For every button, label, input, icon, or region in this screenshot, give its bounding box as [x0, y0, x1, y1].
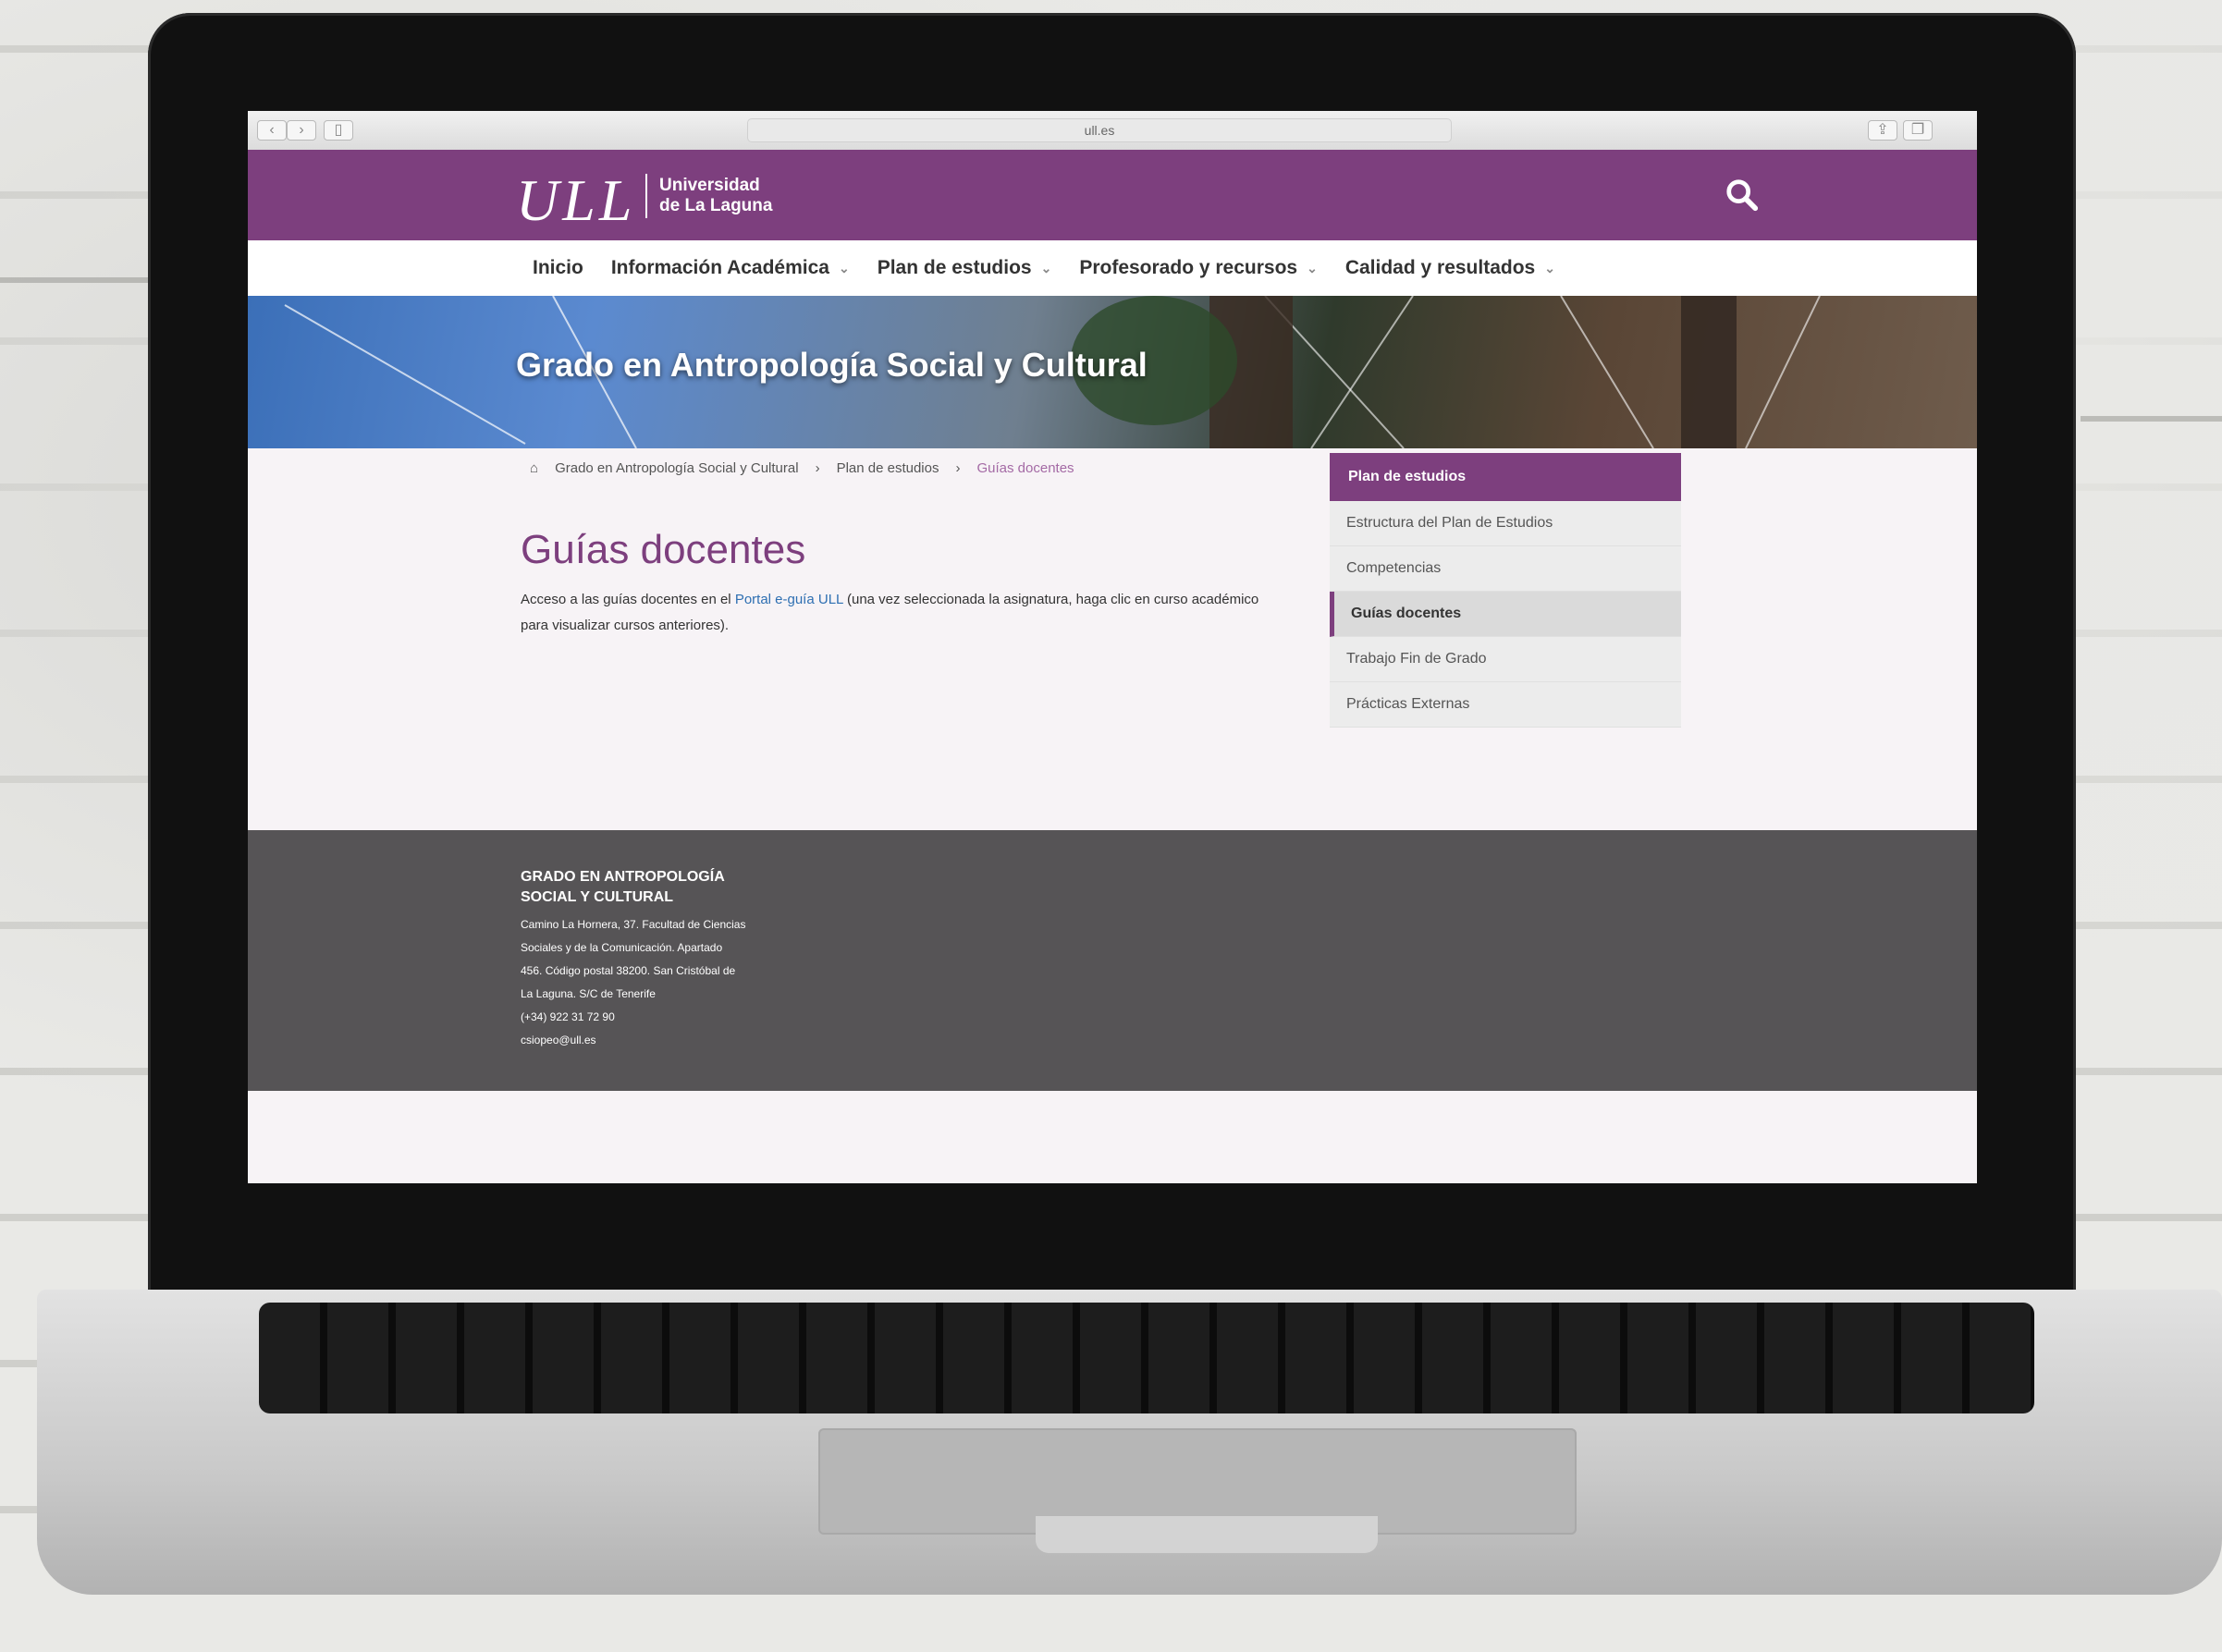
- page-title: Guías docentes: [521, 527, 806, 572]
- logo-divider: [645, 174, 647, 218]
- side-menu-item[interactable]: Prácticas Externas: [1330, 682, 1681, 728]
- site-footer: GRADO EN ANTROPOLOGÍA SOCIAL Y CULTURAL …: [248, 830, 1977, 1091]
- footer-address-line: Camino La Hornera, 37. Facultad de Cienc…: [521, 918, 746, 931]
- browser-toolbar: ‹ › ▯ ull.es ⇪ ❐: [248, 111, 1977, 151]
- portal-eguia-link[interactable]: Portal e-guía ULL: [735, 592, 843, 607]
- wall-crack: [2081, 416, 2222, 422]
- nav-item[interactable]: Plan de estudios ⌄: [878, 257, 1052, 279]
- nav-item[interactable]: Información Académica ⌄: [611, 257, 850, 279]
- breadcrumb-current: Guías docentes: [976, 460, 1074, 476]
- browser-screen: ‹ › ▯ ull.es ⇪ ❐ ULL Universidad de La L…: [248, 111, 1977, 1183]
- logo-subtitle-line1: Universidad: [659, 176, 760, 195]
- footer-address-line: 456. Código postal 38200. San Cristóbal …: [521, 964, 736, 977]
- footer-phone[interactable]: (+34) 922 31 72 90: [521, 1006, 798, 1029]
- chevron-down-icon: ⌄: [1307, 260, 1318, 275]
- footer-contact: Camino La Hornera, 37. Facultad de Cienc…: [521, 913, 798, 1052]
- logo-subtitle: Universidad de La Laguna: [659, 176, 772, 216]
- nav-item-label: Profesorado y recursos: [1079, 257, 1298, 278]
- side-menu-item[interactable]: Competencias: [1330, 546, 1681, 592]
- keyboard: [259, 1303, 2034, 1413]
- main-nav: Inicio Información Académica ⌄ Plan de estu…: [248, 240, 1977, 297]
- site-header: ULL Universidad de La Laguna: [248, 150, 1977, 240]
- footer-title-line1: GRADO EN ANTROPOLOGÍA: [521, 869, 725, 885]
- laptop-base: [37, 1290, 2222, 1595]
- wall-crack: [0, 277, 166, 283]
- footer-title-line2: SOCIAL Y CULTURAL: [521, 889, 674, 905]
- breadcrumb-separator: ›: [815, 460, 820, 476]
- breadcrumb-item[interactable]: Grado en Antropología Social y Cultural: [555, 460, 799, 476]
- home-icon[interactable]: ⌂: [530, 460, 538, 476]
- footer-address-line: La Laguna. S/C de Tenerife: [521, 987, 656, 1000]
- side-menu-item[interactable]: Trabajo Fin de Grado: [1330, 637, 1681, 682]
- nav-item-label: Plan de estudios: [877, 257, 1032, 278]
- nav-item[interactable]: Profesorado y recursos ⌄: [1079, 257, 1318, 279]
- tabs-icon[interactable]: ❐: [1903, 120, 1933, 141]
- intro-text-start: Acceso a las guías docentes en el: [521, 592, 735, 607]
- breadcrumb-item[interactable]: Plan de estudios: [837, 460, 939, 476]
- nav-item-label: Inicio: [533, 257, 583, 278]
- side-menu: Plan de estudios Estructura del Plan de …: [1330, 453, 1681, 728]
- footer-title: GRADO EN ANTROPOLOGÍA SOCIAL Y CULTURAL: [521, 867, 761, 908]
- chevron-down-icon: ⌄: [1544, 260, 1555, 275]
- hero-title: Grado en Antropología Social y Cultural: [516, 346, 1148, 384]
- hero-banner: Grado en Antropología Social y Cultural: [248, 296, 1977, 448]
- breadcrumb: ⌂ Grado en Antropología Social y Cultura…: [530, 460, 1091, 476]
- chevron-down-icon: ⌄: [1040, 260, 1052, 275]
- sidebar-icon[interactable]: ▯: [324, 120, 353, 141]
- side-menu-item[interactable]: Estructura del Plan de Estudios: [1330, 501, 1681, 546]
- lid-notch: [1036, 1516, 1378, 1553]
- address-bar[interactable]: ull.es: [747, 118, 1452, 142]
- breadcrumb-separator: ›: [955, 460, 961, 476]
- share-icon[interactable]: ⇪: [1868, 120, 1897, 141]
- intro-text: Acceso a las guías docentes en el Portal…: [521, 587, 1260, 639]
- chevron-down-icon: ⌄: [838, 260, 850, 275]
- side-menu-item-active[interactable]: Guías docentes: [1330, 592, 1681, 637]
- forward-button[interactable]: ›: [287, 120, 316, 141]
- footer-email[interactable]: csiopeo@ull.es: [521, 1029, 798, 1052]
- search-icon[interactable]: [1725, 177, 1760, 213]
- nav-item-label: Información Académica: [610, 257, 829, 278]
- side-menu-heading[interactable]: Plan de estudios: [1330, 453, 1681, 501]
- nav-item[interactable]: Calidad y resultados ⌄: [1345, 257, 1555, 279]
- nav-item-label: Calidad y resultados: [1344, 257, 1536, 278]
- footer-address-line: Sociales y de la Comunicación. Apartado: [521, 941, 723, 954]
- back-button[interactable]: ‹: [257, 120, 287, 141]
- ull-logo[interactable]: ULL: [516, 166, 635, 235]
- nav-item[interactable]: Inicio: [533, 257, 583, 279]
- logo-subtitle-line2: de La Laguna: [659, 196, 773, 215]
